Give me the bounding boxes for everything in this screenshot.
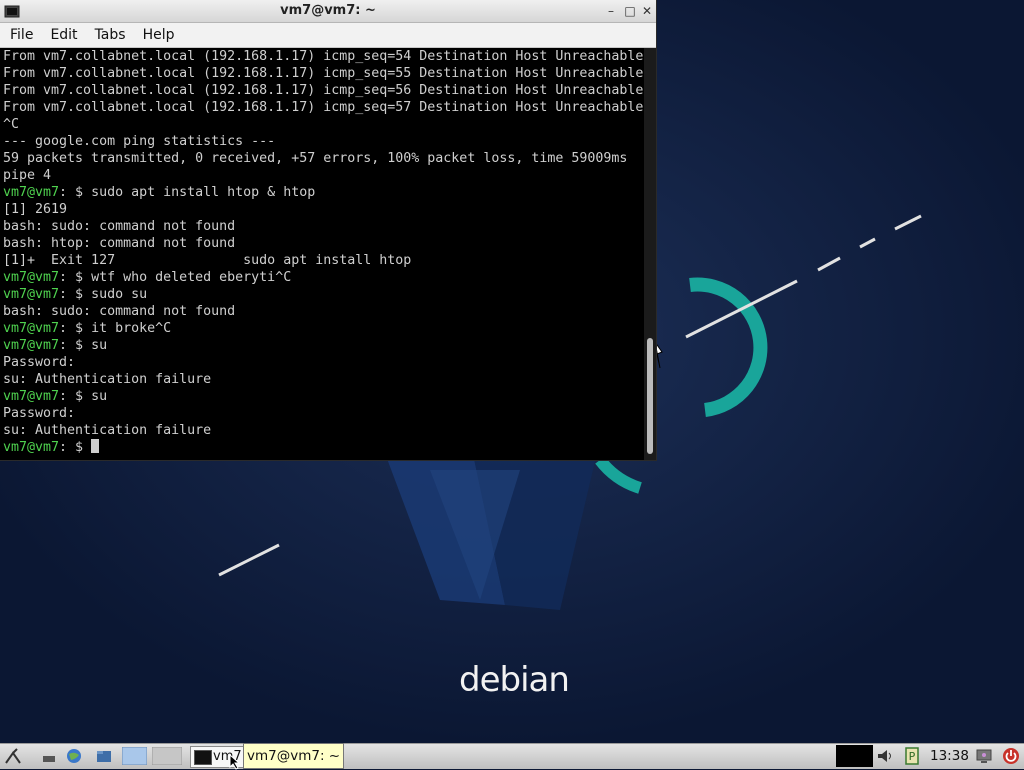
terminal-text: From vm7.collabnet.local (192.168.1.17) … bbox=[3, 100, 644, 115]
clipboard-icon[interactable]: P bbox=[903, 747, 921, 765]
shell-prompt: vm7@vm7 bbox=[3, 185, 60, 200]
terminal-line: vm7@vm7: $ su bbox=[0, 337, 644, 354]
terminal-line: vm7@vm7: $ wtf who deleted eberyti^C bbox=[0, 269, 644, 286]
volume-icon[interactable] bbox=[876, 747, 894, 765]
terminal-line: From vm7.collabnet.local (192.168.1.17) … bbox=[0, 82, 644, 99]
terminal-text: : $ bbox=[59, 440, 92, 455]
terminal-text: From vm7.collabnet.local (192.168.1.17) … bbox=[3, 83, 644, 98]
logout-icon[interactable] bbox=[1002, 747, 1020, 765]
debian-logo-text: debian bbox=[459, 660, 570, 700]
terminal-text: Password: bbox=[3, 355, 76, 370]
terminal-text: su: Authentication failure bbox=[3, 423, 212, 438]
terminal-line: From vm7.collabnet.local (192.168.1.17) … bbox=[0, 65, 644, 82]
terminal-text: : $ su bbox=[59, 389, 108, 404]
terminal-output[interactable]: From vm7.collabnet.local (192.168.1.17) … bbox=[0, 48, 644, 460]
update-notifier-icon[interactable] bbox=[975, 747, 993, 765]
terminal-text: : $ sudo apt install htop & htop bbox=[59, 185, 316, 200]
scrollbar-thumb[interactable] bbox=[647, 338, 653, 454]
terminal-task-icon bbox=[194, 750, 212, 765]
terminal-text: [1]+ Exit 127 sudo apt install htop bbox=[3, 253, 412, 268]
terminal-line: vm7@vm7: $ sudo su bbox=[0, 286, 644, 303]
terminal-text: From vm7.collabnet.local (192.168.1.17) … bbox=[3, 66, 644, 81]
menu-file[interactable]: File bbox=[3, 23, 40, 47]
file-manager-icon[interactable] bbox=[95, 747, 113, 765]
text-cursor bbox=[91, 439, 100, 453]
taskbar: vm7 P 13:38 bbox=[0, 743, 1024, 770]
terminal-text: : $ wtf who deleted eberyti^C bbox=[59, 270, 292, 285]
terminal-text: From vm7.collabnet.local (192.168.1.17) … bbox=[3, 49, 644, 64]
clock[interactable]: 13:38 bbox=[930, 746, 969, 766]
terminal-text: --- google.com ping statistics --- bbox=[3, 134, 276, 149]
terminal-line: bash: sudo: command not found bbox=[0, 303, 644, 320]
terminal-line: ^C bbox=[0, 116, 644, 133]
terminal-text: 59 packets transmitted, 0 received, +57 … bbox=[3, 151, 628, 166]
menubar: File Edit Tabs Help bbox=[0, 23, 656, 48]
terminal-line: bash: sudo: command not found bbox=[0, 218, 644, 235]
terminal-text: su: Authentication failure bbox=[3, 372, 212, 387]
terminal-text: : $ sudo su bbox=[59, 287, 148, 302]
terminal-text: : $ it broke^C bbox=[59, 321, 172, 336]
web-browser-icon[interactable] bbox=[65, 747, 83, 765]
shell-prompt: vm7@vm7 bbox=[3, 389, 60, 404]
minimize-icon[interactable]: – bbox=[603, 3, 619, 19]
start-menu-icon[interactable] bbox=[4, 747, 22, 765]
terminal-text: bash: sudo: command not found bbox=[3, 304, 236, 319]
terminal-line: vm7@vm7: $ su bbox=[0, 388, 644, 405]
window-title: vm7@vm7: ~ bbox=[280, 3, 376, 18]
terminal-line: From vm7.collabnet.local (192.168.1.17) … bbox=[0, 99, 644, 116]
terminal-line: [1] 2619 bbox=[0, 201, 644, 218]
terminal-text: [1] 2619 bbox=[3, 202, 68, 217]
tray-blank-area bbox=[836, 745, 873, 767]
terminal-text: bash: sudo: command not found bbox=[3, 219, 236, 234]
maximize-icon[interactable]: □ bbox=[622, 3, 638, 19]
show-desktop-icon[interactable] bbox=[40, 747, 58, 765]
terminal-text: Password: bbox=[3, 406, 76, 421]
shell-prompt: vm7@vm7 bbox=[3, 338, 60, 353]
desktop-switcher-icon[interactable] bbox=[122, 747, 147, 765]
menu-tabs[interactable]: Tabs bbox=[88, 23, 133, 47]
menu-help[interactable]: Help bbox=[136, 23, 182, 47]
shell-prompt: vm7@vm7 bbox=[3, 270, 60, 285]
terminal-scrollbar[interactable] bbox=[644, 48, 656, 460]
terminal-text: bash: htop: command not found bbox=[3, 236, 236, 251]
terminal-line: Password: bbox=[0, 405, 644, 422]
terminal-line: Password: bbox=[0, 354, 644, 371]
terminal-line: su: Authentication failure bbox=[0, 422, 644, 439]
terminal-line: vm7@vm7: $ bbox=[0, 439, 644, 456]
terminal-window[interactable]: vm7@vm7: ~ – □ ✕ File Edit Tabs Help From v… bbox=[0, 0, 656, 460]
terminal-line: vm7@vm7: $ it broke^C bbox=[0, 320, 644, 337]
svg-text:P: P bbox=[909, 750, 916, 763]
terminal-line: From vm7.collabnet.local (192.168.1.17) … bbox=[0, 48, 644, 65]
terminal-line: 59 packets transmitted, 0 received, +57 … bbox=[0, 150, 644, 167]
terminal-line: --- google.com ping statistics --- bbox=[0, 133, 644, 150]
shell-prompt: vm7@vm7 bbox=[3, 321, 60, 336]
terminal-text: : $ su bbox=[59, 338, 108, 353]
terminal-line: su: Authentication failure bbox=[0, 371, 644, 388]
window-tooltip: vm7@vm7: ~ bbox=[243, 743, 345, 769]
shell-prompt: vm7@vm7 bbox=[3, 287, 60, 302]
window-titlebar[interactable]: vm7@vm7: ~ – □ ✕ bbox=[0, 0, 656, 23]
terminal-text: pipe 4 bbox=[3, 168, 52, 183]
terminal-line: bash: htop: command not found bbox=[0, 235, 644, 252]
shell-prompt: vm7@vm7 bbox=[3, 440, 60, 455]
close-icon[interactable]: ✕ bbox=[639, 3, 655, 19]
menu-edit[interactable]: Edit bbox=[43, 23, 84, 47]
desktop-switcher-icon-2[interactable] bbox=[152, 747, 182, 765]
terminal-line: pipe 4 bbox=[0, 167, 644, 184]
terminal-text: ^C bbox=[3, 117, 20, 132]
terminal-line: vm7@vm7: $ sudo apt install htop & htop bbox=[0, 184, 644, 201]
terminal-line: [1]+ Exit 127 sudo apt install htop bbox=[0, 252, 644, 269]
